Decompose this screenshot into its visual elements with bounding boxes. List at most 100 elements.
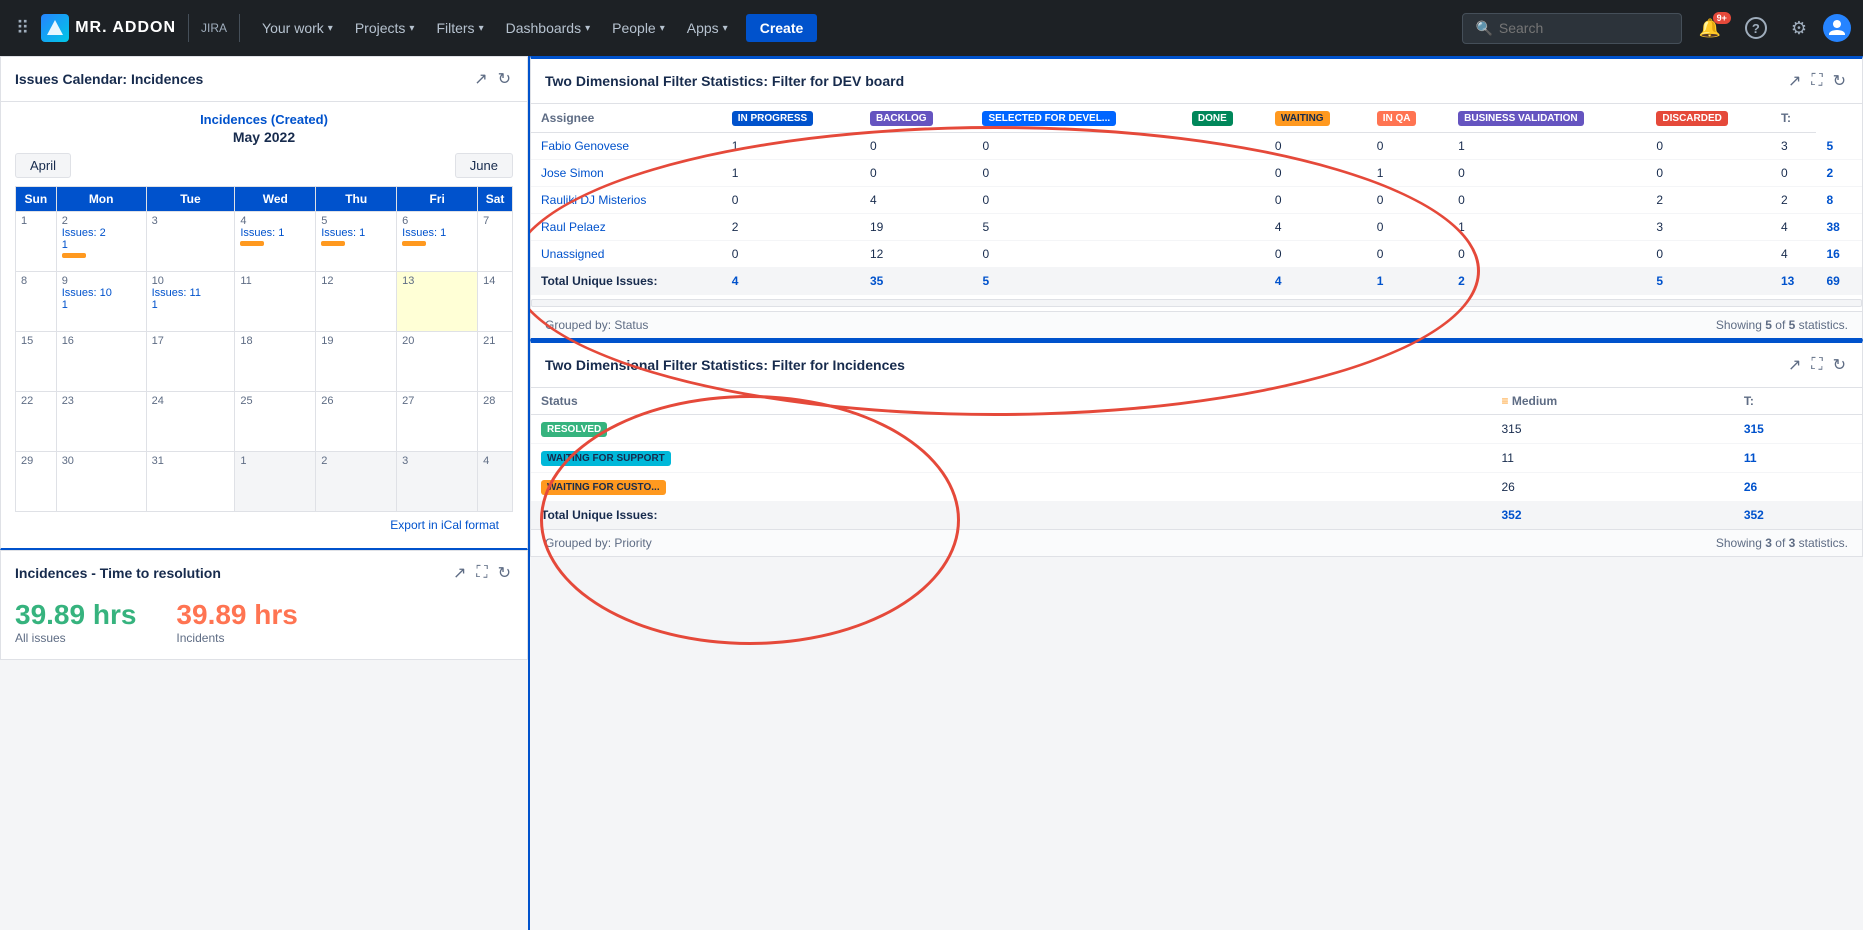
nav-filters[interactable]: Filters ▾ [426,14,493,42]
notifications-button[interactable]: 🔔 9+ [1690,14,1728,43]
horizontal-scrollbar[interactable] [531,299,1862,307]
dev-board-table: Assignee IN PROGRESS BACKLOG SELECTED FO… [531,104,1862,295]
grid-icon[interactable]: ⠿ [12,14,33,43]
cell-value [1182,187,1265,214]
stat-all-issues-label: All issues [15,631,136,645]
col-business-val: BUSINESS VALIDATION [1448,104,1646,133]
dev-expand-btn[interactable]: ↗ [1786,69,1803,93]
cell-value: 3 [1646,214,1771,241]
prev-month-button[interactable]: April [15,153,71,178]
calendar-issue-count-link[interactable]: 1 [152,299,230,311]
assignee-name: Unassigned [531,241,722,268]
nav-your-work[interactable]: Your work ▾ [252,14,343,42]
resolution-expand-btn[interactable]: ↗ [451,561,468,585]
col-done: DONE [1182,104,1265,133]
calendar-day-number: 4 [240,215,310,227]
dev-board-grouped-by: Grouped by: Status [545,318,648,332]
chevron-down-icon: ▾ [660,23,665,34]
calendar-refresh-btn[interactable]: ↻ [496,67,513,91]
logo[interactable]: MR. ADDON [41,14,176,42]
calendar-issue-link[interactable]: Issues: 1 [240,227,310,239]
totals-medium: 352 [1492,502,1734,529]
totals-value: 1 [1367,268,1448,295]
nav-dashboards[interactable]: Dashboards ▾ [496,14,601,42]
totals-value: 4 [722,268,860,295]
calendar-day-number: 12 [321,275,391,287]
export-link[interactable]: Export in iCal format [15,512,513,538]
resolution-refresh-btn[interactable]: ↻ [496,561,513,585]
help-button[interactable]: ? [1737,13,1775,43]
incidences-fullscreen-btn[interactable]: ⛶ [1809,354,1824,376]
calendar-month: May 2022 [15,129,513,145]
resolution-stats: 39.89 hrs All issues 39.89 hrs Incidents [15,599,513,645]
calendar-day-number: 3 [152,215,230,227]
dev-fullscreen-btn[interactable]: ⛶ [1809,70,1824,92]
calendar-cell: 12 [316,272,397,332]
calendar-cell: 29 [16,452,57,512]
calendar-issue-link[interactable]: Issues: 1 [402,227,472,239]
calendar-day-number: 8 [21,275,51,287]
chevron-down-icon: ▾ [585,23,590,34]
assignee-name: Raul Pelaez [531,214,722,241]
calendar-cell: 3 [397,452,478,512]
search-box[interactable]: 🔍 [1462,13,1682,44]
calendar-cell: 11 [235,272,316,332]
create-button[interactable]: Create [746,14,818,42]
avatar[interactable] [1823,14,1851,42]
nav-projects[interactable]: Projects ▾ [345,14,425,42]
total-waiting-custo: 26 [1734,473,1862,502]
dev-board-header-row: Assignee IN PROGRESS BACKLOG SELECTED FO… [531,104,1862,133]
calendar-day-number: 2 [321,455,391,467]
calendar-day-number: 22 [21,395,51,407]
calendar-issue-count-link[interactable]: 1 [62,299,141,311]
resolution-title: Incidences - Time to resolution [15,565,221,581]
topnav-nav: Your work ▾ Projects ▾ Filters ▾ Dashboa… [252,14,738,42]
incidences-header: Two Dimensional Filter Statistics: Filte… [531,343,1862,388]
cell-value: 5 [1816,133,1862,160]
calendar-issue-link[interactable]: Issues: 2 [62,227,141,239]
incidences-table: Status ≡ Medium T: RESOLVED 315 [531,388,1862,529]
incidences-title: Two Dimensional Filter Statistics: Filte… [545,357,905,373]
resolution-fullscreen-btn[interactable]: ⛶ [474,562,489,584]
cell-value: 0 [860,133,972,160]
calendar-issue-link[interactable]: Issues: 10 [62,287,141,299]
chevron-down-icon: ▾ [723,23,728,34]
calendar-day-number: 2 [62,215,141,227]
cell-value: 0 [1367,214,1448,241]
settings-button[interactable]: ⚙ [1783,14,1815,43]
calendar-issue-link[interactable]: Issues: 11 [152,287,230,299]
col-selected-dev: SELECTED FOR DEVEL... [972,104,1181,133]
nav-apps[interactable]: Apps ▾ [677,14,738,42]
col-assignee: Assignee [531,104,722,133]
resolution-body: 39.89 hrs All issues 39.89 hrs Incidents [1,585,527,659]
incidences-expand-btn[interactable]: ↗ [1786,353,1803,377]
calendar-day-number: 27 [402,395,472,407]
table-row: Fabio Genovese100001035 [531,133,1862,160]
calendar-issue-link[interactable]: Issues: 1 [321,227,391,239]
calendar-issue-count-link[interactable]: 1 [62,239,141,251]
cell-value: 0 [1265,241,1367,268]
calendar-day-number: 7 [483,215,507,227]
status-resolved: RESOLVED [531,415,1492,444]
search-input[interactable] [1499,20,1670,36]
calendar-expand-btn[interactable]: ↗ [472,67,489,91]
calendar-title: Issues Calendar: Incidences [15,71,203,87]
cell-value: 0 [972,160,1181,187]
calendar-bar [240,241,264,246]
dev-board-table-area[interactable]: Assignee IN PROGRESS BACKLOG SELECTED FO… [531,104,1862,295]
help-icon: ? [1745,17,1767,39]
incidences-grouped-by: Grouped by: Priority [545,536,652,550]
search-icon: 🔍 [1475,20,1492,37]
calendar-cell: 24 [146,392,235,452]
next-month-button[interactable]: June [455,153,513,178]
col-backlog: BACKLOG [860,104,972,133]
cell-value: 16 [1816,241,1862,268]
nav-people[interactable]: People ▾ [602,14,675,42]
status-waiting-support: WAITING FOR SUPPORT [531,444,1492,473]
dev-refresh-btn[interactable]: ↻ [1831,69,1848,93]
cell-value: 0 [1367,241,1448,268]
logo-text: MR. ADDON [75,19,176,37]
incidences-refresh-btn[interactable]: ↻ [1831,353,1848,377]
calendar-cell: 13 [397,272,478,332]
cell-value: 0 [1448,241,1646,268]
